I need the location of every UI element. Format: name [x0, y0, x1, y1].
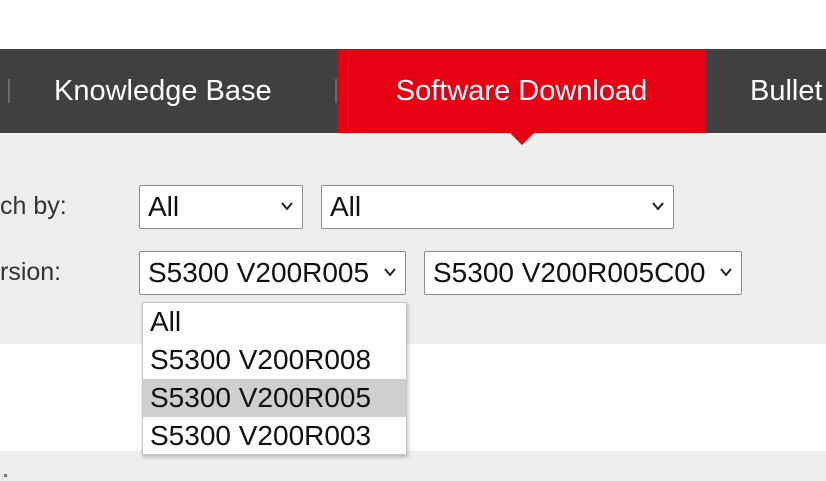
search-by-label: ch by: — [0, 192, 67, 220]
version-detail-select-value: S5300 V200R005C00 — [433, 257, 706, 288]
filter-panel — [0, 133, 826, 344]
dropdown-option-v200r005[interactable]: S5300 V200R005 — [143, 379, 406, 417]
dropdown-option-all[interactable]: All — [143, 303, 406, 341]
tab-knowledge-base-label: Knowledge Base — [54, 74, 272, 107]
version-select[interactable]: S5300 V200R005 — [139, 251, 406, 295]
tab-software-download[interactable]: Software Download — [337, 49, 706, 133]
search-subcategory-select-value: All — [330, 191, 362, 222]
tab-bulletins-label: Bullet — [750, 74, 823, 107]
active-tab-pointer — [509, 132, 535, 145]
tab-software-download-label: Software Download — [395, 74, 648, 107]
chevron-down-icon — [384, 268, 396, 277]
dropdown-option-label: S5300 V200R003 — [150, 420, 372, 451]
dropdown-option-label: S5300 V200R005 — [150, 382, 372, 413]
chevron-down-icon — [720, 268, 732, 277]
version-dropdown-list: All S5300 V200R008 S5300 V200R005 S5300 … — [142, 302, 407, 455]
dropdown-option-label: S5300 V200R008 — [150, 344, 372, 375]
version-label: rsion: — [0, 258, 62, 286]
search-subcategory-select[interactable]: All — [321, 185, 674, 229]
truncated-text-fragment — [4, 474, 7, 477]
results-header-band — [0, 451, 826, 481]
tab-knowledge-base[interactable]: Knowledge Base — [54, 49, 272, 133]
version-detail-select[interactable]: S5300 V200R005C00 — [424, 251, 742, 295]
search-category-select-value: All — [148, 191, 180, 222]
chevron-down-icon — [281, 202, 293, 211]
page: Knowledge Base Software Download Bullet … — [0, 0, 826, 481]
top-navigation-bar: Knowledge Base Software Download Bullet — [0, 49, 826, 133]
dropdown-option-v200r003[interactable]: S5300 V200R003 — [143, 417, 406, 455]
dropdown-option-label: All — [150, 306, 182, 337]
dropdown-option-v200r008[interactable]: S5300 V200R008 — [143, 341, 406, 379]
search-category-select[interactable]: All — [139, 185, 303, 229]
version-select-value: S5300 V200R005 — [148, 257, 370, 288]
chevron-down-icon — [652, 202, 664, 211]
tab-bulletins[interactable]: Bullet — [750, 49, 823, 133]
nav-separator — [8, 79, 10, 103]
